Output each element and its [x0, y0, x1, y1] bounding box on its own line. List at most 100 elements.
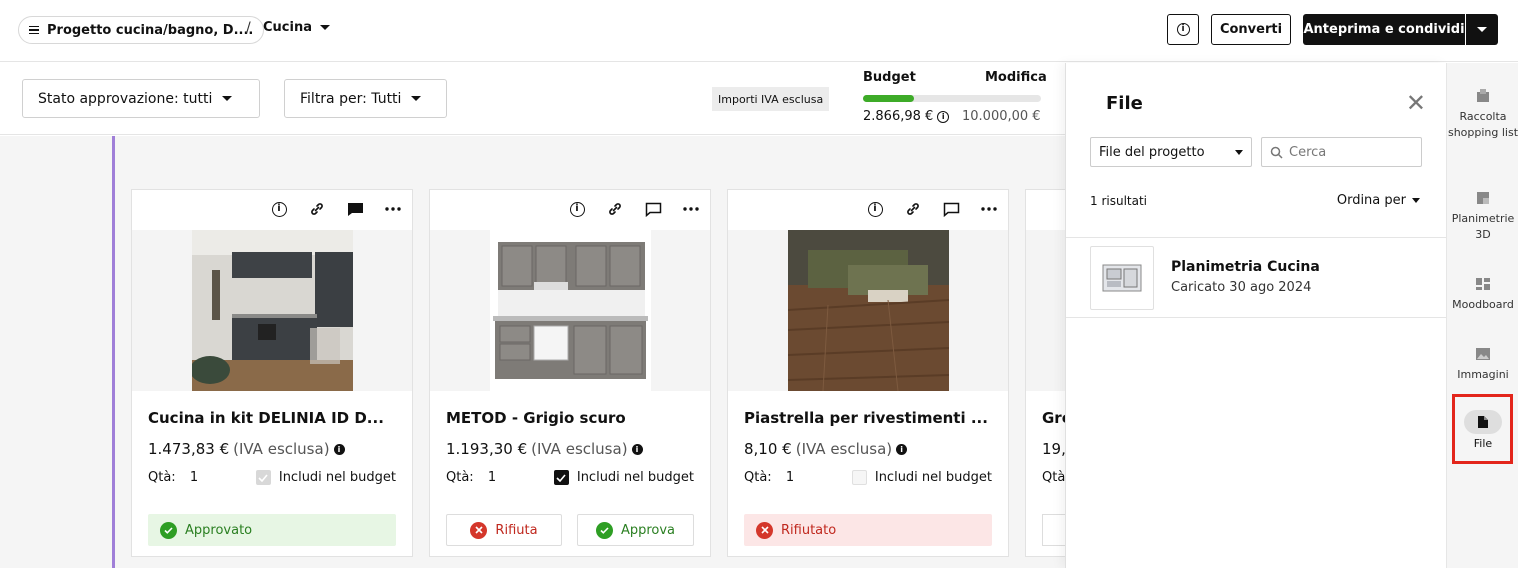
active-item-highlight [1452, 394, 1513, 464]
product-title[interactable]: Cucina in kit DELINIA ID D... [148, 409, 384, 427]
filter-by-label: Filtra per: Tutti [300, 90, 402, 107]
chevron-down-icon [222, 96, 233, 101]
rejected-status: Rifiutato [744, 514, 992, 546]
sidebar-item-label: Planimetrie 3D [1451, 212, 1515, 241]
product-price: 1.193,30 € (IVA esclusa) i [446, 440, 643, 458]
info-icon[interactable]: i [937, 110, 950, 123]
approve-label: Approva [620, 522, 676, 538]
more-icon[interactable] [384, 200, 402, 218]
include-budget-checkbox[interactable] [851, 470, 867, 485]
price-value: 1.473,83 € [148, 440, 230, 458]
include-budget-label: Includi nel budget [576, 470, 694, 485]
sort-label: Ordina per [1336, 193, 1406, 208]
product-card[interactable]: i Piastrella per rivestimenti ... 8,10 €… [727, 189, 1009, 557]
chevron-down-icon [411, 96, 422, 101]
info-icon[interactable]: i [568, 200, 586, 218]
product-image [728, 230, 1008, 391]
product-image [132, 230, 412, 391]
comment-icon[interactable] [644, 200, 662, 218]
sidebar-item-images[interactable]: Immagini [1447, 345, 1518, 383]
file-date: Caricato 30 ago 2024 [1171, 280, 1312, 295]
price-note: (IVA esclusa) [233, 440, 330, 458]
quantity: Qtà: 1 [446, 470, 496, 485]
preview-options-button[interactable] [1466, 14, 1498, 45]
approval-status-dropdown[interactable]: Stato approvazione: tutti [22, 79, 260, 118]
budget-total: 10.000,00 € [962, 109, 1041, 124]
info-icon[interactable]: i [866, 200, 884, 218]
include-in-budget: Includi nel budget [553, 470, 694, 485]
info-icon: i [1176, 23, 1190, 36]
product-image [430, 230, 710, 391]
floorplan-thumbnail [1102, 264, 1142, 292]
include-budget-label: Includi nel budget [278, 470, 396, 485]
convert-button[interactable]: Converti [1211, 14, 1291, 45]
file-panel: File ✕ File del progetto Cerca 1 risulta… [1065, 63, 1447, 568]
chevron-down-icon [1412, 198, 1420, 203]
preview-share-button[interactable]: Anteprima e condividi [1303, 14, 1465, 45]
budget-label: Budget [863, 70, 916, 85]
sidebar-item-floorplans[interactable]: Planimetrie 3D [1447, 189, 1518, 243]
project-breadcrumb-button[interactable]: Progetto cucina/bagno, D.... [18, 16, 265, 44]
search-placeholder: Cerca [1289, 144, 1327, 160]
product-card[interactable]: i Cucina in kit DELINIA ID D... 1.473,83… [131, 189, 413, 557]
budget-progress-fill [863, 95, 915, 102]
comment-icon[interactable] [942, 200, 960, 218]
include-budget-checkbox[interactable] [255, 470, 271, 485]
comment-filled-icon[interactable] [346, 200, 364, 218]
quantity-value: 1 [189, 470, 199, 485]
link-icon[interactable] [606, 200, 624, 218]
quantity-label: Qtà: [744, 470, 772, 485]
info-icon[interactable]: i [896, 443, 908, 455]
sidebar-item-label: Moodboard [1452, 298, 1514, 311]
info-button[interactable]: i [1167, 14, 1199, 45]
edit-budget-link[interactable]: Modifica [985, 70, 1047, 85]
file-list-item[interactable]: Planimetria Cucina Caricato 30 ago 2024 [1066, 238, 1447, 318]
room-dropdown[interactable]: Cucina [263, 20, 330, 35]
sort-dropdown[interactable]: Ordina per [1337, 193, 1420, 208]
more-icon[interactable] [980, 200, 998, 218]
link-icon[interactable] [904, 200, 922, 218]
reject-label: Rifiuta [495, 522, 538, 538]
top-bar: Progetto cucina/bagno, D.... / Cucina i … [0, 0, 1518, 62]
panel-title: File [1106, 93, 1143, 114]
include-in-budget: Includi nel budget [255, 470, 396, 485]
product-price: 8,10 € (IVA esclusa) i [744, 440, 908, 458]
include-budget-label: Includi nel budget [874, 470, 992, 485]
status-label: Approvato [185, 522, 253, 538]
info-icon[interactable]: i [333, 443, 345, 455]
sidebar-item-shopping-list[interactable]: Raccolta shopping list [1447, 87, 1518, 141]
close-icon[interactable]: ✕ [1406, 91, 1426, 115]
x-circle-icon [756, 521, 773, 539]
search-input[interactable]: Cerca [1261, 137, 1422, 167]
file-source-select[interactable]: File del progetto [1090, 137, 1252, 167]
product-title[interactable]: Piastrella per rivestimenti ... [744, 409, 988, 427]
sidebar-item-moodboard[interactable]: Moodboard [1447, 275, 1518, 313]
product-title[interactable]: METOD - Grigio scuro [446, 409, 626, 427]
link-icon[interactable] [308, 200, 326, 218]
approved-status: Approvato [148, 514, 396, 546]
reject-button[interactable]: Rifiuta [446, 514, 562, 546]
section-indicator [112, 136, 115, 568]
products-area: i Cucina in kit DELINIA ID D... 1.473,83… [0, 136, 1086, 568]
check-circle-icon [595, 521, 613, 539]
search-icon [1270, 146, 1283, 159]
menu-icon [29, 25, 39, 35]
approval-status-label: Stato approvazione: tutti [38, 90, 213, 107]
sidebar-item-label: Raccolta shopping list [1447, 110, 1518, 139]
more-icon[interactable] [682, 200, 700, 218]
product-card[interactable]: i METOD - Grigio scuro 1.193,30 € (IVA e… [429, 189, 711, 557]
filter-by-dropdown[interactable]: Filtra per: Tutti [284, 79, 447, 118]
cabinet-photo [489, 230, 651, 391]
quantity-label: Qtà [1042, 470, 1066, 485]
info-icon[interactable]: i [631, 443, 643, 455]
budget-spent: 2.866,98 € i [863, 109, 950, 124]
approve-button[interactable]: Approva [577, 514, 694, 546]
price-value: 1.193,30 € [446, 440, 528, 458]
info-icon[interactable]: i [270, 200, 288, 218]
product-price: 1.473,83 € (IVA esclusa) i [148, 440, 345, 458]
check-circle-icon [160, 521, 177, 539]
quantity: Qtà: 1 [744, 470, 794, 485]
chevron-down-icon [1235, 149, 1243, 155]
file-thumbnail [1090, 246, 1154, 310]
include-budget-checkbox[interactable] [553, 470, 569, 485]
